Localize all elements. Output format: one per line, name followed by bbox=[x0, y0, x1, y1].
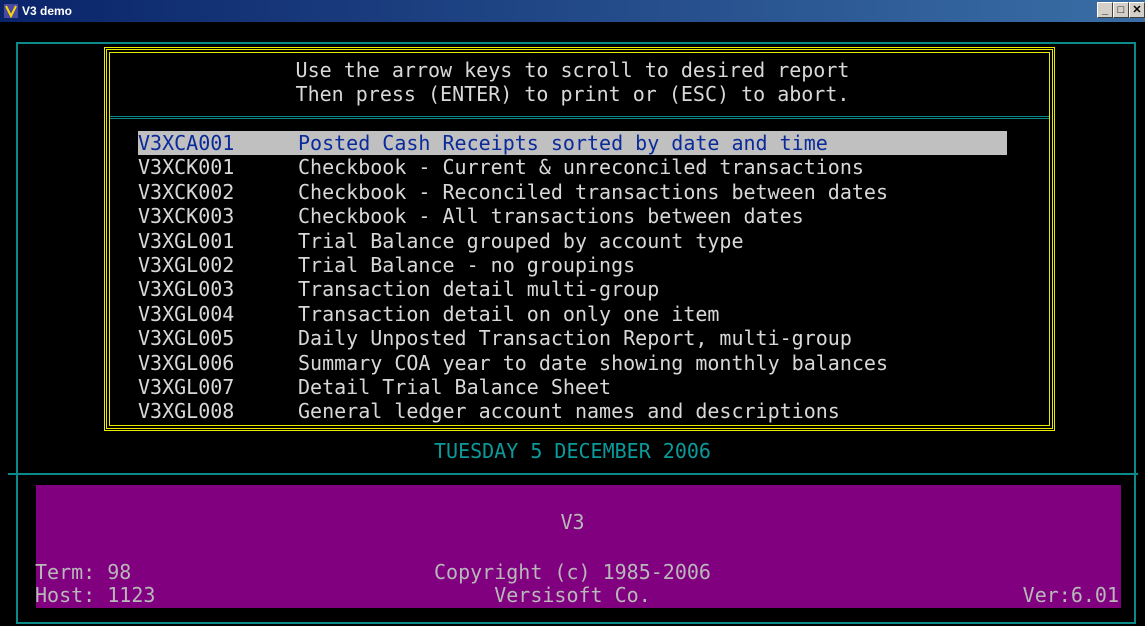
report-description: Summary COA year to date showing monthly… bbox=[298, 351, 888, 375]
minimize-button[interactable]: _ bbox=[1097, 2, 1113, 18]
report-item[interactable]: V3XGL003 Transaction detail multi-group bbox=[138, 277, 1007, 301]
report-code: V3XGL007 bbox=[138, 375, 234, 399]
report-code: V3XGL008 bbox=[138, 399, 234, 423]
report-description: Detail Trial Balance Sheet bbox=[298, 375, 611, 399]
report-item[interactable]: V3XGL005 Daily Unposted Transaction Repor… bbox=[138, 326, 1007, 350]
maximize-button[interactable]: □ bbox=[1113, 2, 1129, 18]
date-divider bbox=[8, 473, 1138, 475]
window-controls: _ □ ✕ bbox=[1097, 2, 1145, 18]
report-code: V3XGL004 bbox=[138, 302, 234, 326]
instruction-line-2: Then press (ENTER) to print or (ESC) to … bbox=[0, 82, 1145, 106]
report-item[interactable]: V3XCK003 Checkbook - All transactions bet… bbox=[138, 204, 1007, 228]
report-item[interactable]: V3XGL006 Summary COA year to date showing… bbox=[138, 351, 1007, 375]
title-bar: V3 demo _ □ ✕ bbox=[0, 0, 1145, 22]
report-code: V3XGL005 bbox=[138, 326, 234, 350]
report-code: V3XGL002 bbox=[138, 253, 234, 277]
report-code: V3XCA001 bbox=[138, 131, 234, 155]
report-item[interactable]: V3XCA001 Posted Cash Receipts sorted by d… bbox=[138, 131, 1007, 155]
report-item[interactable]: V3XGL008 General ledger account names and… bbox=[138, 399, 1007, 423]
report-list: V3XCA001 Posted Cash Receipts sorted by d… bbox=[138, 131, 1007, 424]
report-item[interactable]: V3XGL002 Trial Balance - no groupings bbox=[138, 253, 1007, 277]
report-description: Posted Cash Receipts sorted by date and … bbox=[298, 131, 828, 155]
close-button[interactable]: ✕ bbox=[1129, 2, 1145, 18]
app-icon bbox=[3, 3, 19, 19]
current-date: TUESDAY 5 DECEMBER 2006 bbox=[0, 439, 1145, 463]
report-description: Transaction detail multi-group bbox=[298, 277, 659, 301]
report-description: Trial Balance grouped by account type bbox=[298, 229, 744, 253]
copyright: Copyright (c) 1985-2006 bbox=[0, 560, 1145, 584]
report-code: V3XGL001 bbox=[138, 229, 234, 253]
report-description: General ledger account names and descrip… bbox=[298, 399, 840, 423]
report-description: Checkbook - Current & unreconciled trans… bbox=[298, 155, 864, 179]
report-item[interactable]: V3XGL007 Detail Trial Balance Sheet bbox=[138, 375, 1007, 399]
report-code: V3XCK001 bbox=[138, 155, 234, 179]
report-description: Checkbook - All transactions between dat… bbox=[298, 204, 804, 228]
report-description: Transaction detail on only one item bbox=[298, 302, 719, 326]
report-description: Daily Unposted Transaction Report, multi… bbox=[298, 326, 852, 350]
report-code: V3XCK003 bbox=[138, 204, 234, 228]
report-code: V3XGL003 bbox=[138, 277, 234, 301]
terminal-screen: Use the arrow keys to scroll to desired … bbox=[0, 22, 1145, 626]
report-code: V3XCK002 bbox=[138, 180, 234, 204]
report-description: Trial Balance - no groupings bbox=[298, 253, 635, 277]
window-title: V3 demo bbox=[22, 4, 72, 18]
app-window: V3 demo _ □ ✕ Use the arrow keys to scro… bbox=[0, 0, 1145, 626]
report-item[interactable]: V3XCK001 Checkbook - Current & unreconcil… bbox=[138, 155, 1007, 179]
instruction-divider bbox=[110, 116, 1049, 119]
instruction-line-1: Use the arrow keys to scroll to desired … bbox=[0, 58, 1145, 82]
version: Ver:6.01 bbox=[1023, 583, 1119, 607]
product-name: V3 bbox=[0, 510, 1145, 534]
report-item[interactable]: V3XCK002 Checkbook - Reconciled transacti… bbox=[138, 180, 1007, 204]
report-code: V3XGL006 bbox=[138, 351, 234, 375]
report-item[interactable]: V3XGL004 Transaction detail on only one i… bbox=[138, 302, 1007, 326]
report-description: Checkbook - Reconciled transactions betw… bbox=[298, 180, 888, 204]
report-item[interactable]: V3XGL001 Trial Balance grouped by account… bbox=[138, 229, 1007, 253]
vendor-name: Versisoft Co. bbox=[0, 583, 1145, 607]
